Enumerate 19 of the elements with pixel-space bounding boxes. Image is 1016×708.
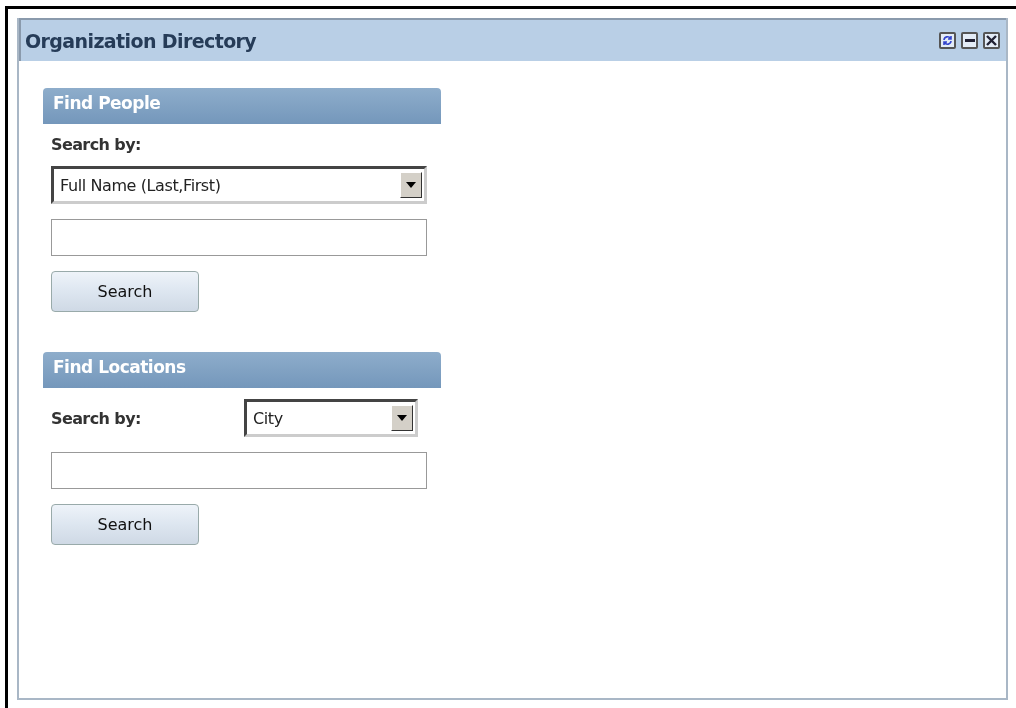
minimize-icon	[964, 39, 975, 42]
search-button[interactable]: Search	[51, 271, 199, 312]
search-button[interactable]: Search	[51, 504, 199, 545]
search-by-label: Search by:	[51, 408, 141, 428]
section-header: Find People	[43, 88, 441, 124]
section-header: Find Locations	[43, 352, 441, 388]
search-by-dropdown[interactable]: Full Name (Last,First)	[51, 166, 427, 204]
refresh-icon	[942, 35, 953, 46]
dropdown-arrow-icon	[397, 415, 407, 421]
refresh-button[interactable]	[939, 32, 956, 49]
minimize-button[interactable]	[961, 32, 978, 49]
dropdown-arrow-icon	[406, 182, 416, 188]
portlet-title: Organization Directory	[25, 29, 257, 52]
search-by-dropdown[interactable]: City	[244, 399, 418, 437]
search-by-label: Search by:	[51, 135, 141, 154]
search-field[interactable]	[51, 219, 427, 256]
search-field[interactable]	[51, 452, 427, 489]
close-icon	[986, 35, 997, 46]
close-button[interactable]	[983, 32, 1000, 49]
